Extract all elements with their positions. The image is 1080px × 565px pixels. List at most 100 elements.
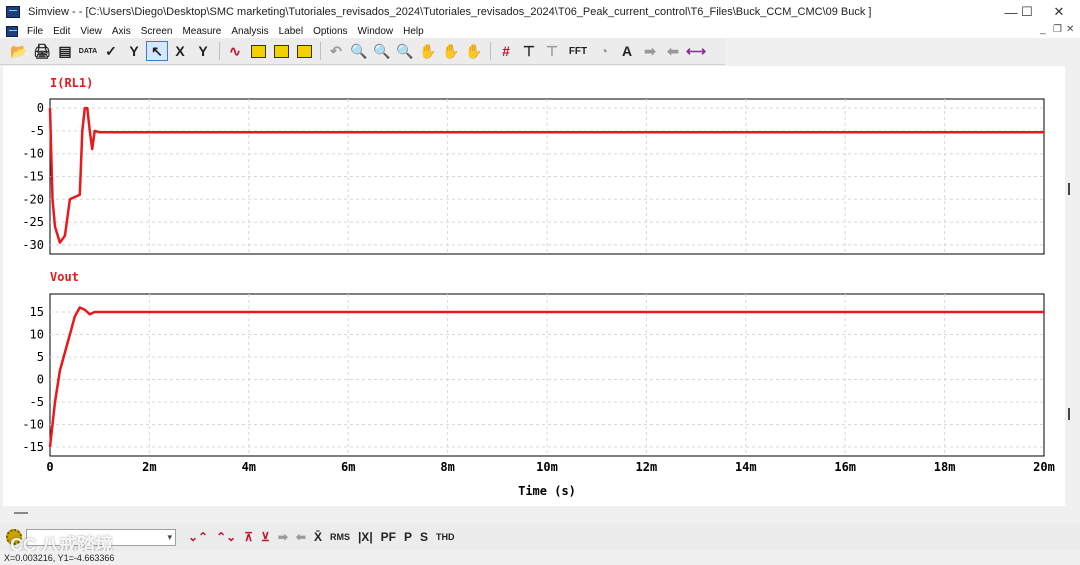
toolbar-divider <box>490 42 491 60</box>
x-tick-label: 2m <box>142 460 156 474</box>
menu-measure[interactable]: Measure <box>177 26 226 37</box>
x-tick-label: 14m <box>735 460 757 474</box>
window-title: Simview - - [C:\Users\Diego\Desktop\SMC … <box>28 6 872 18</box>
menu-edit[interactable]: Edit <box>48 26 75 37</box>
multi-screen-icon[interactable] <box>270 41 292 61</box>
measure-toolbar: ▾ ⌄⌃ ⌃⌄ ⊼ ⊻ ➡ ⬅ X̄ RMS |X| PF P S THD <box>0 523 1080 551</box>
y-tick-label: -5 <box>30 395 44 409</box>
y-tick-label: -10 <box>22 418 44 432</box>
rms-button[interactable]: RMS <box>326 532 354 542</box>
menu-analysis[interactable]: Analysis <box>226 26 273 37</box>
zoom-icon[interactable]: 🔍 <box>348 41 370 61</box>
zoom-in-icon[interactable]: 🔍 <box>371 41 393 61</box>
toolbar-divider <box>320 42 321 60</box>
menu-options[interactable]: Options <box>308 26 352 37</box>
arrow-left-icon[interactable]: ⬅ <box>662 41 684 61</box>
x-tick-label: 0 <box>46 460 53 474</box>
x-tick-label: 4m <box>242 460 256 474</box>
mean-button[interactable]: X̄ <box>310 530 326 544</box>
apparent-power-button[interactable]: S <box>416 530 432 544</box>
thd-button[interactable]: THD <box>432 532 459 542</box>
global-max-icon[interactable]: ⊼ <box>240 530 257 544</box>
power-button[interactable]: P <box>400 530 416 544</box>
document-icon[interactable] <box>6 25 18 37</box>
x-tick-label: 12m <box>636 460 658 474</box>
splitter-handle[interactable] <box>14 512 28 514</box>
chart-1: 0 -5 -10 -15 -20 -25 -30 I(RL1) <box>22 76 1045 255</box>
x-axis-label: Time (s) <box>518 484 576 498</box>
menu-help[interactable]: Help <box>398 26 429 37</box>
y-tick-label: -20 <box>22 192 44 206</box>
menu-bar: File Edit View Axis Screen Measure Analy… <box>0 24 1080 38</box>
prev-arrow-icon[interactable]: ⬅ <box>292 530 310 544</box>
print-icon[interactable]: 🖨 <box>31 41 53 61</box>
min-peak-icon[interactable]: ⌄⌃ <box>184 530 212 544</box>
plot-panel[interactable]: 0 -5 -10 -15 -20 -25 -30 I(RL1) 15 10 5 0 -5 -10 -15 Vo… <box>3 66 1065 506</box>
chart-2: 15 10 5 0 -5 -10 -15 Vout 0 2m 4m 6m 8m 10m 12m 14m 16m 1… <box>22 270 1055 498</box>
menu-screen[interactable]: Screen <box>136 26 178 37</box>
x-tick-label: 20m <box>1033 460 1055 474</box>
y-tick-label: 15 <box>30 305 44 319</box>
abs-mean-button[interactable]: |X| <box>354 530 377 544</box>
vertical-scrollbar[interactable] <box>1066 66 1080 506</box>
chart-icon[interactable]: ∿ <box>224 41 246 61</box>
global-min-icon[interactable]: ⊻ <box>257 530 274 544</box>
toolbar-divider <box>219 42 220 60</box>
pf-button[interactable]: PF <box>377 530 400 544</box>
chart-title: Vout <box>50 270 79 284</box>
menu-file[interactable]: File <box>22 26 48 37</box>
y-tick-label: 0 <box>37 101 44 115</box>
zoom-out-icon[interactable]: 🔍 <box>394 41 416 61</box>
y-tick-label: -10 <box>22 147 44 161</box>
open-icon[interactable]: 📂 <box>8 41 30 61</box>
arrow-both-icon[interactable]: ⟷ <box>685 41 707 61</box>
y-button[interactable]: Y <box>192 41 214 61</box>
y-tick-label: -5 <box>30 124 44 138</box>
data-button[interactable]: DATA <box>77 41 99 61</box>
simview-app-icon[interactable] <box>6 6 20 18</box>
mdi-close-button[interactable]: ✕ <box>1066 24 1074 35</box>
clock-icon[interactable]: ◔ <box>593 41 615 61</box>
chart-title: I(RL1) <box>50 76 93 90</box>
fft-button[interactable]: FFT <box>564 41 592 61</box>
scroll-marker-bottom <box>1068 408 1070 420</box>
screen-icon[interactable] <box>247 41 269 61</box>
max-peak-icon[interactable]: ⌃⌄ <box>212 530 240 544</box>
plot-frame <box>49 98 1045 255</box>
arrow-right-icon[interactable]: ➡ <box>639 41 661 61</box>
y-tick-label: 10 <box>30 328 44 342</box>
grid-icon[interactable]: # <box>495 41 517 61</box>
next-arrow-icon[interactable]: ➡ <box>274 530 292 544</box>
save-icon[interactable]: ▤ <box>54 41 76 61</box>
y-tick-label: -15 <box>22 170 44 184</box>
x-tick-label: 18m <box>934 460 956 474</box>
y-tick-label: -30 <box>22 238 44 252</box>
pan-hand-red-icon[interactable]: ✋ <box>440 41 462 61</box>
menu-view[interactable]: View <box>75 26 107 37</box>
mdi-restore-button[interactable]: ❐ <box>1053 24 1062 35</box>
x-tick-label: 10m <box>536 460 558 474</box>
mdi-minimize-button[interactable]: _ <box>1040 24 1046 35</box>
close-button[interactable]: ✕ <box>1036 0 1080 24</box>
menu-axis[interactable]: Axis <box>107 26 136 37</box>
menu-window[interactable]: Window <box>353 26 399 37</box>
y-tick-label: 5 <box>37 350 44 364</box>
marker-grey-icon[interactable]: ⊤ <box>541 41 563 61</box>
hand-icon[interactable]: ✋ <box>463 41 485 61</box>
undo-icon[interactable]: ↶ <box>325 41 347 61</box>
menu-label[interactable]: Label <box>274 26 308 37</box>
main-toolbar: 📂 🖨 ▤ DATA ✓ Y ↖ X Y ∿ ↶ 🔍 🔍 🔍 ✋ ✋ ✋ # ⊤… <box>0 38 725 65</box>
pointer-icon[interactable]: ↖ <box>146 41 168 61</box>
pan-hand-icon[interactable]: ✋ <box>417 41 439 61</box>
text-button[interactable]: A <box>616 41 638 61</box>
waveform-plots[interactable]: 0 -5 -10 -15 -20 -25 -30 I(RL1) 15 10 5 0 -5 -10 -15 Vo… <box>3 66 1065 506</box>
x-button[interactable]: X <box>169 41 191 61</box>
axis-check-icon[interactable]: ✓ <box>100 41 122 61</box>
screen-settings-icon[interactable] <box>293 41 315 61</box>
marker-icon[interactable]: ⊤ <box>518 41 540 61</box>
y-tick-label: -25 <box>22 215 44 229</box>
scroll-marker-top <box>1068 183 1070 195</box>
title-bar: Simview - - [C:\Users\Diego\Desktop\SMC … <box>0 0 1080 24</box>
y-axis-icon[interactable]: Y <box>123 41 145 61</box>
x-tick-label: 6m <box>341 460 355 474</box>
